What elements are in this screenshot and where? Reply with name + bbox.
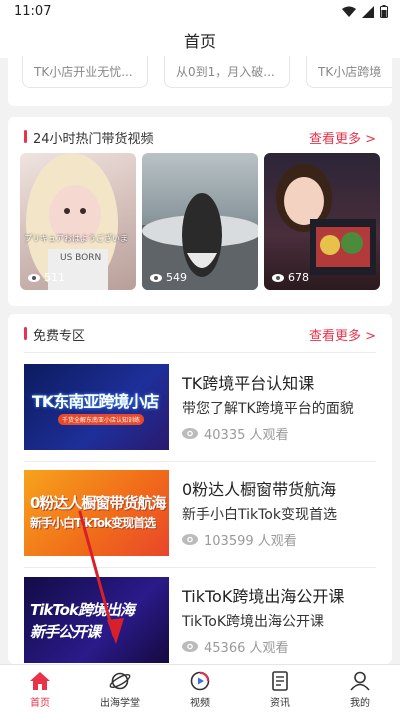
hot-videos-section: 24小时热门带货视频 查看更多 > プリキュアおはようございま US BORN …: [8, 117, 392, 306]
tab-video[interactable]: 视频: [160, 665, 240, 712]
status-bar: 11:07: [0, 0, 400, 26]
section-title: 24小时热门带货视频: [33, 132, 154, 147]
video-overlay-text: プリキュアおはようございま: [24, 234, 128, 243]
divider: [24, 567, 376, 568]
thumb-subtitle: 新手小白TikTok变现首选: [30, 516, 156, 530]
course-views: 45366 人观看: [182, 637, 289, 656]
thumb-title: TikTok跨境出海: [30, 601, 135, 619]
top-course-strip: TK小店开业无忧... 从0到1，月入破... TK小店跨境: [8, 56, 392, 106]
user-icon: [350, 671, 370, 691]
views-text: 45366 人观看: [204, 641, 289, 656]
course-thumbnail: 0粉达人橱窗带货航海 新手小白TikTok变现首选: [24, 470, 169, 556]
tab-home[interactable]: 首页: [0, 665, 80, 712]
video-thumbnail[interactable]: 678: [264, 153, 380, 290]
page-title: 首页: [183, 32, 216, 51]
video-view-count: 511: [28, 271, 65, 284]
course-subtitle: 新手小白TikTok变现首选: [182, 507, 337, 523]
video-view-count: 678: [272, 271, 309, 284]
see-more-link[interactable]: 查看更多 >: [309, 128, 376, 147]
course-thumbnail: TikTok跨境出海 新手公开课: [24, 577, 169, 663]
view-count-text: 678: [288, 271, 309, 284]
course-item[interactable]: 0粉达人橱窗带货航海 新手小白TikTok变现首选 0粉达人橱窗带货航海 新手小…: [24, 470, 376, 558]
views-text: 103599 人观看: [204, 534, 297, 549]
video-overlay-text: US BORN: [60, 253, 102, 263]
tab-label: 视频: [190, 698, 210, 709]
section-accent-bar: [24, 327, 27, 340]
eye-icon: [182, 534, 198, 545]
tab-label: 出海学堂: [100, 698, 140, 709]
see-more-link[interactable]: 查看更多 >: [309, 325, 376, 344]
eye-icon: [28, 273, 40, 282]
thumb-title: 0粉达人橱窗带货航海: [30, 494, 166, 512]
eye-icon: [150, 273, 162, 282]
video-thumbnail[interactable]: 549: [142, 153, 258, 290]
divider: [24, 461, 376, 462]
section-header: 免费专区 查看更多 >: [24, 324, 376, 344]
tab-label: 资讯: [270, 698, 290, 709]
section-accent-bar: [24, 130, 27, 143]
video-icon: [190, 671, 210, 691]
section-header: 24小时热门带货视频 查看更多 >: [24, 127, 376, 147]
divider: [24, 352, 376, 353]
section-title: 免费专区: [33, 329, 86, 344]
top-item[interactable]: 从0到1，月入破...: [164, 56, 290, 88]
top-item[interactable]: TK小店开业无忧...: [22, 56, 148, 88]
tab-news[interactable]: 资讯: [240, 665, 320, 712]
free-courses-section: 免费专区 查看更多 > TK东南亚跨境小店 千货全解东南亚小店认知训练 TK跨境…: [8, 314, 392, 664]
course-item[interactable]: TikTok跨境出海 新手公开课 TikToK跨境出海公开课 TikToK跨境出…: [24, 577, 376, 664]
tab-academy[interactable]: 出海学堂: [80, 665, 160, 712]
view-count-text: 549: [166, 271, 187, 284]
view-count-text: 511: [44, 271, 65, 284]
course-title: TK跨境平台认知课: [182, 374, 315, 393]
wifi-icon: [342, 6, 356, 17]
views-text: 40335 人观看: [204, 428, 289, 443]
course-views: 103599 人观看: [182, 530, 297, 549]
course-title: TikToK跨境出海公开课: [182, 587, 345, 606]
status-icons: [342, 5, 388, 18]
top-item[interactable]: TK小店跨境: [306, 56, 392, 88]
course-title: 0粉达人橱窗带货航海: [182, 480, 337, 499]
video-portrait-image: [26, 153, 118, 290]
planet-icon: [109, 672, 131, 690]
thumb-title: TK东南亚跨境小店: [32, 392, 159, 411]
news-icon: [272, 671, 288, 691]
battery-icon: [380, 5, 388, 18]
thumb-subtitle: 千货全解东南亚小店认知训练: [58, 414, 145, 425]
course-thumbnail: TK东南亚跨境小店 千货全解东南亚小店认知训练: [24, 364, 169, 450]
video-thumbnail[interactable]: プリキュアおはようございま US BORN 511: [20, 153, 136, 290]
tab-label: 首页: [30, 698, 50, 709]
eye-icon: [182, 641, 198, 652]
course-item[interactable]: TK东南亚跨境小店 千货全解东南亚小店认知训练 TK跨境平台认知课 带您了解TK…: [24, 364, 376, 452]
video-host-image: [276, 164, 376, 275]
eye-icon: [182, 428, 198, 439]
signal-icon: [362, 5, 374, 18]
tab-profile[interactable]: 我的: [320, 665, 400, 712]
bottom-tab-bar: 首页 出海学堂 视频 资讯 我的: [0, 664, 400, 712]
eye-icon: [272, 273, 284, 282]
course-views: 40335 人观看: [182, 424, 289, 443]
video-car-image: [142, 193, 258, 290]
thumb-subtitle: 新手公开课: [30, 623, 101, 641]
title-bar: 首页: [0, 26, 400, 58]
home-icon: [30, 672, 50, 690]
course-subtitle: TikToK跨境出海公开课: [182, 614, 325, 630]
tab-label: 我的: [350, 698, 370, 709]
course-subtitle: 带您了解TK跨境平台的面貌: [182, 401, 354, 417]
video-view-count: 549: [150, 271, 187, 284]
status-time: 11:07: [14, 4, 52, 19]
